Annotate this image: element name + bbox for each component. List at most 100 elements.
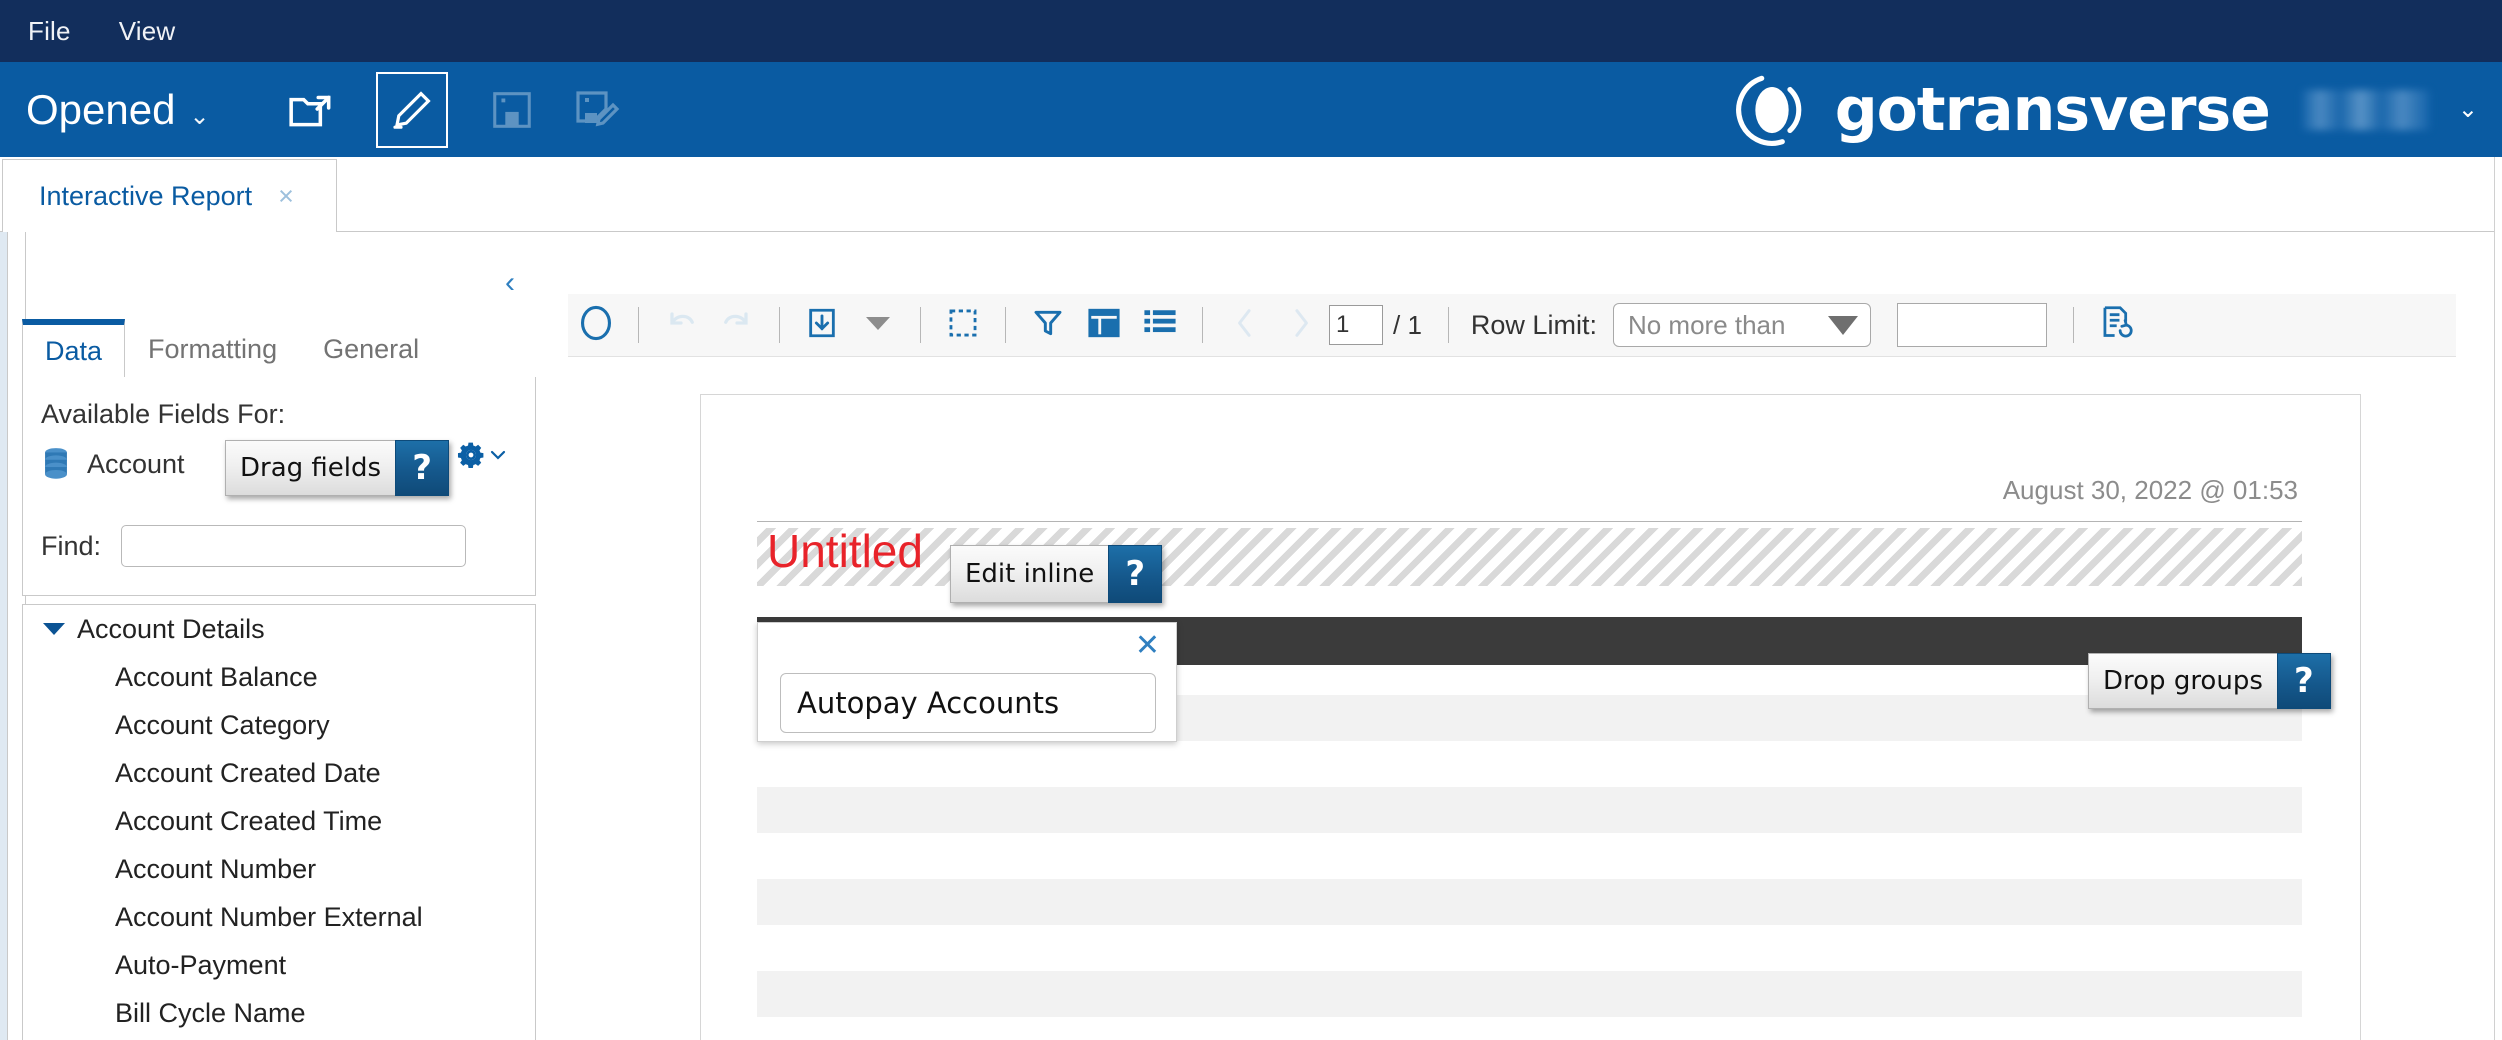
primary-toolbar: Opened ⌄ gotransverse ⌄: [0, 62, 2502, 157]
tree-group-label: Account Details: [77, 613, 265, 644]
vertical-scrollbar[interactable]: [2494, 157, 2502, 1040]
chevron-down-icon: ⌄: [189, 102, 210, 130]
menu-item-view[interactable]: View: [119, 18, 176, 44]
menu-item-file[interactable]: File: [28, 18, 71, 44]
panel-tabs: Data Formatting General: [22, 317, 536, 379]
gear-icon: [455, 439, 487, 476]
report-title[interactable]: Untitled: [767, 523, 923, 581]
divider: [779, 307, 780, 343]
tab-formatting-label: Formatting: [148, 333, 278, 364]
filter-button[interactable]: [1020, 297, 1076, 353]
divider: [1202, 307, 1203, 343]
table-row: [757, 971, 2302, 1017]
list-view-button[interactable]: [1132, 297, 1188, 353]
user-menu-chevron-down-icon[interactable]: ⌄: [2458, 95, 2478, 124]
save-disk-icon: [489, 87, 535, 133]
datasource-label: Account: [87, 448, 185, 479]
edit-title-popup: ✕: [757, 622, 1177, 742]
redo-button: [709, 297, 765, 353]
row-limit-selected-value: No more than: [1627, 309, 1786, 340]
collapse-panel-chevron-left-icon[interactable]: ‹: [505, 268, 515, 298]
report-toolbar: / 1 Row Limit: No more than: [568, 294, 2456, 357]
tab-data[interactable]: Data: [22, 319, 126, 379]
layout-button[interactable]: [1076, 297, 1132, 353]
list-item[interactable]: Account Balance: [23, 653, 535, 701]
select-tool-button[interactable]: [935, 297, 991, 353]
open-report-button[interactable]: [270, 71, 354, 149]
gotransverse-logo-icon: [1731, 69, 1813, 151]
help-question-icon[interactable]: ?: [2276, 653, 2331, 709]
edit-inline-help-text: Edit inline: [950, 545, 1109, 603]
help-question-icon[interactable]: ?: [1108, 545, 1163, 603]
divider: [920, 307, 921, 343]
run-report-button[interactable]: [568, 297, 624, 353]
caret-down-icon: [43, 623, 65, 635]
divider: [1447, 307, 1449, 343]
list-item[interactable]: Account Category: [23, 701, 535, 749]
pencil-edit-icon: [388, 86, 436, 134]
opened-label: Opened: [26, 85, 176, 133]
layout-panel-icon: [1087, 306, 1121, 345]
brand-wordmark: gotransverse: [1834, 74, 2271, 145]
undo-icon: [663, 308, 699, 343]
find-label: Find:: [41, 530, 102, 561]
find-input[interactable]: [121, 525, 467, 567]
user-name-redacted: [2301, 89, 2430, 130]
list-item[interactable]: Auto-Payment: [23, 941, 535, 989]
tab-general[interactable]: General: [300, 319, 442, 379]
refresh-data-button[interactable]: [2088, 297, 2144, 353]
chevron-down-icon: [490, 447, 506, 468]
chevron-right-icon: [1290, 308, 1312, 343]
opened-dropdown[interactable]: Opened ⌄: [26, 85, 210, 133]
chevron-left-icon: [1234, 308, 1256, 343]
fields-settings-button[interactable]: [455, 439, 506, 476]
open-folder-icon: [287, 85, 337, 135]
document-tab-strip: Interactive Report ×: [0, 157, 2502, 233]
list-item[interactable]: Account Created Date: [23, 749, 535, 797]
export-button[interactable]: [794, 297, 850, 353]
left-panel: Data Formatting General Available Fields…: [0, 232, 536, 1040]
tab-formatting[interactable]: Formatting: [125, 319, 300, 379]
refresh-data-icon: [2099, 305, 2133, 346]
tab-general-label: General: [323, 333, 420, 364]
close-icon[interactable]: ×: [278, 183, 294, 210]
panel-splitter-rail[interactable]: [0, 232, 8, 1040]
undo-button: [653, 297, 709, 353]
available-fields-label: Available Fields For:: [41, 399, 286, 429]
drag-fields-help-text: Drag fields: [225, 440, 396, 496]
tab-interactive-report[interactable]: Interactive Report ×: [2, 159, 337, 233]
help-question-icon[interactable]: ?: [395, 440, 450, 496]
report-title-input[interactable]: [780, 673, 1156, 733]
divider: [1005, 307, 1006, 343]
export-dropdown-button[interactable]: [850, 297, 906, 353]
file-action-buttons: [270, 71, 638, 149]
brand-area: gotransverse ⌄: [1731, 62, 2486, 157]
next-page-button: [1273, 297, 1329, 353]
select-pointer-icon: [946, 306, 980, 345]
table-row: [757, 879, 2302, 925]
table-row: [757, 787, 2302, 833]
menu-bar: File View: [0, 0, 2502, 62]
list-item[interactable]: Account Number: [23, 845, 535, 893]
list-item[interactable]: Account Created Time: [23, 797, 535, 845]
row-limit-select[interactable]: No more than: [1612, 303, 1871, 347]
report-timestamp: August 30, 2022 @ 01:53: [2002, 475, 2298, 505]
list-item[interactable]: Bill Cycle Name: [23, 989, 535, 1037]
prev-page-button: [1217, 297, 1273, 353]
row-limit-number-input[interactable]: [1896, 303, 2047, 347]
edit-inline-help-bubble: Edit inline ?: [950, 545, 1163, 603]
divider: [638, 307, 639, 343]
drop-groups-help-text: Drop groups: [2088, 653, 2277, 709]
find-row: Find:: [41, 525, 467, 567]
run-report-icon: [579, 304, 613, 347]
redo-icon: [719, 308, 755, 343]
chevron-down-icon: [864, 313, 892, 338]
page-number-input[interactable]: [1329, 305, 1383, 345]
tree-group-account-details[interactable]: Account Details: [23, 605, 535, 653]
list-item[interactable]: Account Number External: [23, 893, 535, 941]
edit-report-button[interactable]: [375, 71, 448, 148]
datasource-row[interactable]: Account: [41, 447, 185, 481]
close-icon[interactable]: ✕: [1135, 631, 1160, 661]
save-report-button: [470, 71, 554, 149]
drag-fields-help-bubble: Drag fields ?: [225, 440, 450, 496]
